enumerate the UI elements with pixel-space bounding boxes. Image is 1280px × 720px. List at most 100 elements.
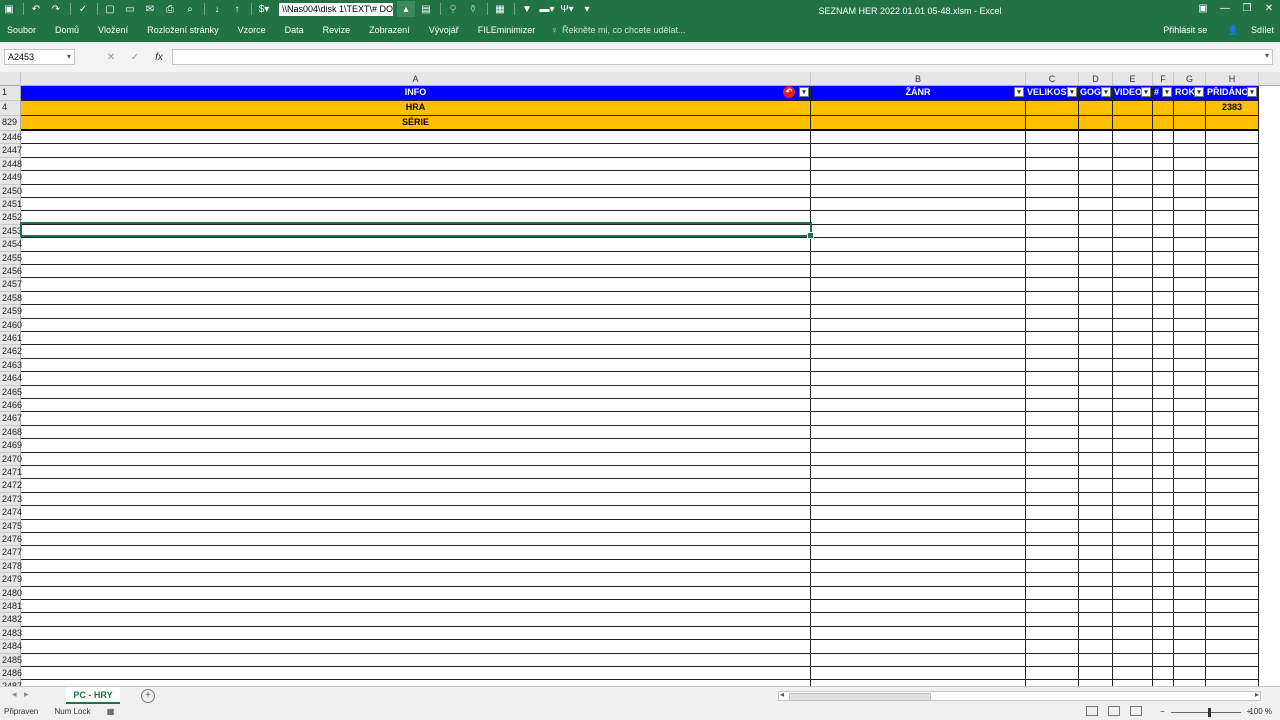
table-cell[interactable] xyxy=(811,479,1026,493)
sheet-tab-active[interactable]: PC - HRY xyxy=(66,687,120,704)
table-cell[interactable] xyxy=(811,332,1026,346)
table-cell[interactable] xyxy=(1113,586,1153,600)
table-cell[interactable] xyxy=(1206,278,1259,292)
table-cell[interactable] xyxy=(1153,385,1174,399)
table-cell[interactable] xyxy=(1153,640,1174,654)
table-cell[interactable] xyxy=(21,318,811,332)
table-cell[interactable] xyxy=(1113,144,1153,158)
tab-fileminimizer[interactable]: FILEminimizer xyxy=(478,25,536,35)
table-cell[interactable] xyxy=(1153,265,1174,279)
row-number[interactable]: 2477 xyxy=(0,546,22,560)
table-cell[interactable] xyxy=(1113,466,1153,480)
table-cell[interactable] xyxy=(811,278,1026,292)
table-cell[interactable] xyxy=(1079,345,1113,359)
table-cell[interactable] xyxy=(811,238,1026,252)
table-cell[interactable] xyxy=(1113,506,1153,520)
table-cell[interactable] xyxy=(1079,131,1113,145)
row-number[interactable]: 2471 xyxy=(0,466,22,480)
table-cell[interactable] xyxy=(21,238,811,252)
row-number[interactable]: 1 xyxy=(0,86,21,101)
table-cell[interactable] xyxy=(1174,332,1206,346)
header-cell-zanr[interactable]: ŽÁNR ▾ xyxy=(811,86,1026,101)
row-number[interactable]: 2475 xyxy=(0,519,22,533)
table-cell[interactable] xyxy=(811,265,1026,279)
table-cell[interactable] xyxy=(1026,171,1079,185)
table-cell[interactable] xyxy=(1079,559,1113,574)
header-cell-info[interactable]: INFO ↶ ▾ xyxy=(21,86,811,101)
table-cell[interactable] xyxy=(1079,358,1113,373)
table-cell[interactable] xyxy=(1206,452,1259,466)
undo-icon[interactable]: ↶ xyxy=(27,1,45,17)
formula-input[interactable]: ▾ xyxy=(172,49,1273,65)
table-cell[interactable] xyxy=(1206,519,1259,533)
table-cell[interactable] xyxy=(1174,211,1206,225)
table-cell[interactable] xyxy=(1026,198,1079,212)
table-cell[interactable] xyxy=(1026,265,1079,279)
table-cell[interactable] xyxy=(1079,238,1113,252)
table-cell[interactable] xyxy=(1026,452,1079,466)
table-cell[interactable] xyxy=(811,251,1026,265)
row-number[interactable]: 2447 xyxy=(0,144,22,158)
table-cell[interactable] xyxy=(1206,439,1259,453)
table-cell[interactable] xyxy=(1079,533,1113,547)
column-header-a[interactable]: A xyxy=(21,72,811,86)
table-cell[interactable] xyxy=(1206,131,1259,145)
table-cell[interactable] xyxy=(21,492,811,507)
table-cell[interactable] xyxy=(811,519,1026,533)
table-cell[interactable] xyxy=(1079,332,1113,346)
table-cell[interactable] xyxy=(1113,667,1153,681)
row-number[interactable]: 2466 xyxy=(0,399,22,413)
table-cell[interactable] xyxy=(21,171,811,185)
table-cell[interactable] xyxy=(1079,101,1113,116)
close-icon[interactable]: ✕ xyxy=(1258,0,1280,18)
table-cell[interactable] xyxy=(1026,251,1079,265)
sort-ascending-icon[interactable]: ↓ xyxy=(208,1,226,17)
table-cell[interactable] xyxy=(1174,640,1206,654)
table-cell[interactable] xyxy=(1026,224,1079,239)
row-number[interactable]: 829 xyxy=(0,116,21,131)
table-cell[interactable] xyxy=(1113,653,1153,667)
table-cell[interactable] xyxy=(811,291,1026,306)
table-cell[interactable] xyxy=(1113,640,1153,654)
filter-dropdown-icon[interactable]: ▾ xyxy=(1101,87,1111,97)
table-cell[interactable] xyxy=(21,559,811,574)
table-cell[interactable] xyxy=(1174,265,1206,279)
table-cell[interactable] xyxy=(1174,184,1206,198)
table-cell[interactable] xyxy=(811,144,1026,158)
table-cell[interactable] xyxy=(1206,318,1259,332)
table-cell[interactable] xyxy=(811,640,1026,654)
table-cell[interactable] xyxy=(1113,101,1153,116)
table-cell[interactable] xyxy=(21,546,811,560)
row-number[interactable]: 2467 xyxy=(0,412,22,426)
table-cell[interactable] xyxy=(811,586,1026,600)
table-cell[interactable] xyxy=(1206,305,1259,319)
horizontal-scrollbar[interactable]: ◂ ▸ xyxy=(778,690,1261,701)
table-cell[interactable] xyxy=(811,116,1026,131)
table-cell[interactable] xyxy=(1113,613,1153,627)
tab-zobrazeni[interactable]: Zobrazení xyxy=(369,25,410,35)
table-cell[interactable] xyxy=(21,278,811,292)
table-cell[interactable] xyxy=(1153,101,1174,116)
table-cell[interactable] xyxy=(1206,265,1259,279)
table-cell[interactable] xyxy=(1153,399,1174,413)
table-cell[interactable] xyxy=(21,533,811,547)
table-cell[interactable] xyxy=(1206,425,1259,440)
subtotal-label[interactable]: SÉRIE xyxy=(21,116,811,131)
table-cell[interactable] xyxy=(1026,439,1079,453)
table-cell[interactable] xyxy=(1153,198,1174,212)
table-cell[interactable] xyxy=(1206,653,1259,667)
table-cell[interactable] xyxy=(1153,318,1174,332)
table-cell[interactable] xyxy=(811,385,1026,399)
table-cell[interactable] xyxy=(1113,372,1153,386)
table-cell[interactable] xyxy=(21,640,811,654)
table-cell[interactable] xyxy=(1079,278,1113,292)
table-cell[interactable] xyxy=(1079,385,1113,399)
filter-dropdown-icon[interactable]: ▾ xyxy=(1067,87,1077,97)
table-cell[interactable] xyxy=(1153,492,1174,507)
table-cell[interactable] xyxy=(1174,466,1206,480)
row-number[interactable]: 2460 xyxy=(0,318,22,332)
table-cell[interactable] xyxy=(811,653,1026,667)
table-cell[interactable] xyxy=(1174,358,1206,373)
row-number[interactable]: 2479 xyxy=(0,573,22,587)
redo-icon[interactable]: ↷ xyxy=(47,1,65,17)
